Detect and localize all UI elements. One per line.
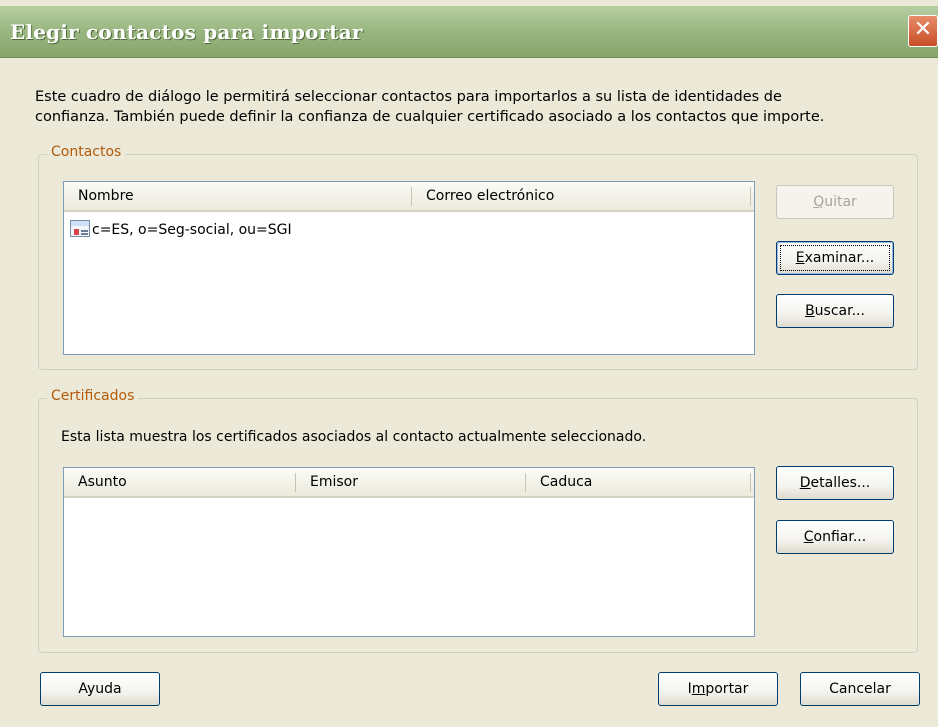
column-header-expires[interactable]: Caduca — [526, 468, 592, 496]
contact-card-icon — [70, 220, 90, 237]
contact-name: c=ES, o=Seg-social, ou=SGI — [92, 222, 292, 238]
browse-button-label: xaminar... — [804, 250, 875, 266]
list-item[interactable]: c=ES, o=Seg-social, ou=SGI — [70, 220, 292, 240]
column-separator[interactable] — [750, 473, 751, 492]
column-header-issuer[interactable]: Emisor — [296, 468, 358, 496]
browse-button-mnemonic: E — [795, 250, 805, 266]
cancel-button[interactable]: Cancelar — [800, 672, 920, 706]
intro-line-1: Este cuadro de diálogo le permitirá sele… — [35, 89, 782, 105]
import-button-mnemonic: m — [691, 681, 706, 697]
certificates-list[interactable]: Asunto Emisor Caduca — [63, 467, 755, 637]
import-button-label-rest: portar — [705, 681, 749, 697]
certificates-group: Certificados Esta lista muestra los cert… — [38, 388, 918, 653]
search-button[interactable]: Buscar... — [776, 294, 894, 328]
remove-button-label: uitar — [824, 194, 857, 210]
certificates-list-header: Asunto Emisor Caduca — [64, 468, 754, 498]
dialog-title: Elegir contactos para importar — [10, 20, 363, 44]
column-separator[interactable] — [750, 187, 751, 206]
intro-text: Este cuadro de diálogo le permitirá sele… — [35, 87, 915, 127]
dialog-window: Elegir contactos para importar ✕ Este cu… — [0, 0, 938, 727]
column-header-email[interactable]: Correo electrónico — [412, 182, 554, 210]
import-button[interactable]: Importar — [658, 672, 778, 706]
certificates-legend: Certificados — [47, 388, 139, 404]
remove-button[interactable]: Quitar — [776, 185, 894, 219]
help-button[interactable]: Ayuda — [40, 672, 160, 706]
search-button-label: uscar... — [814, 303, 865, 319]
column-header-subject[interactable]: Asunto — [64, 468, 127, 496]
contacts-list[interactable]: Nombre Correo electrónico c=ES, o=Seg-so… — [63, 181, 755, 355]
contacts-group: Contactos Nombre Correo electrónico c=ES… — [38, 144, 918, 370]
details-button-mnemonic: D — [799, 475, 811, 491]
close-button[interactable]: ✕ — [908, 15, 938, 47]
help-button-label: Ayuda — [78, 681, 122, 697]
contacts-list-header: Nombre Correo electrónico — [64, 182, 754, 212]
search-button-mnemonic: B — [805, 303, 815, 319]
cancel-button-label: Cancelar — [829, 681, 891, 697]
trust-button-mnemonic: C — [803, 529, 814, 545]
title-bar[interactable]: Elegir contactos para importar ✕ — [0, 6, 938, 58]
column-header-name[interactable]: Nombre — [64, 182, 134, 210]
close-icon: ✕ — [913, 17, 933, 42]
details-button[interactable]: Detalles... — [776, 466, 894, 500]
browse-button[interactable]: Examinar... — [776, 241, 894, 275]
details-button-label: etalles... — [810, 475, 871, 491]
contacts-legend: Contactos — [47, 144, 126, 160]
certificates-description: Esta lista muestra los certificados asoc… — [61, 429, 647, 445]
trust-button-label: onfiar... — [813, 529, 867, 545]
remove-button-mnemonic: Q — [813, 194, 825, 210]
trust-button[interactable]: Confiar... — [776, 520, 894, 554]
intro-line-2: confianza. También puede definir la conf… — [35, 109, 825, 125]
